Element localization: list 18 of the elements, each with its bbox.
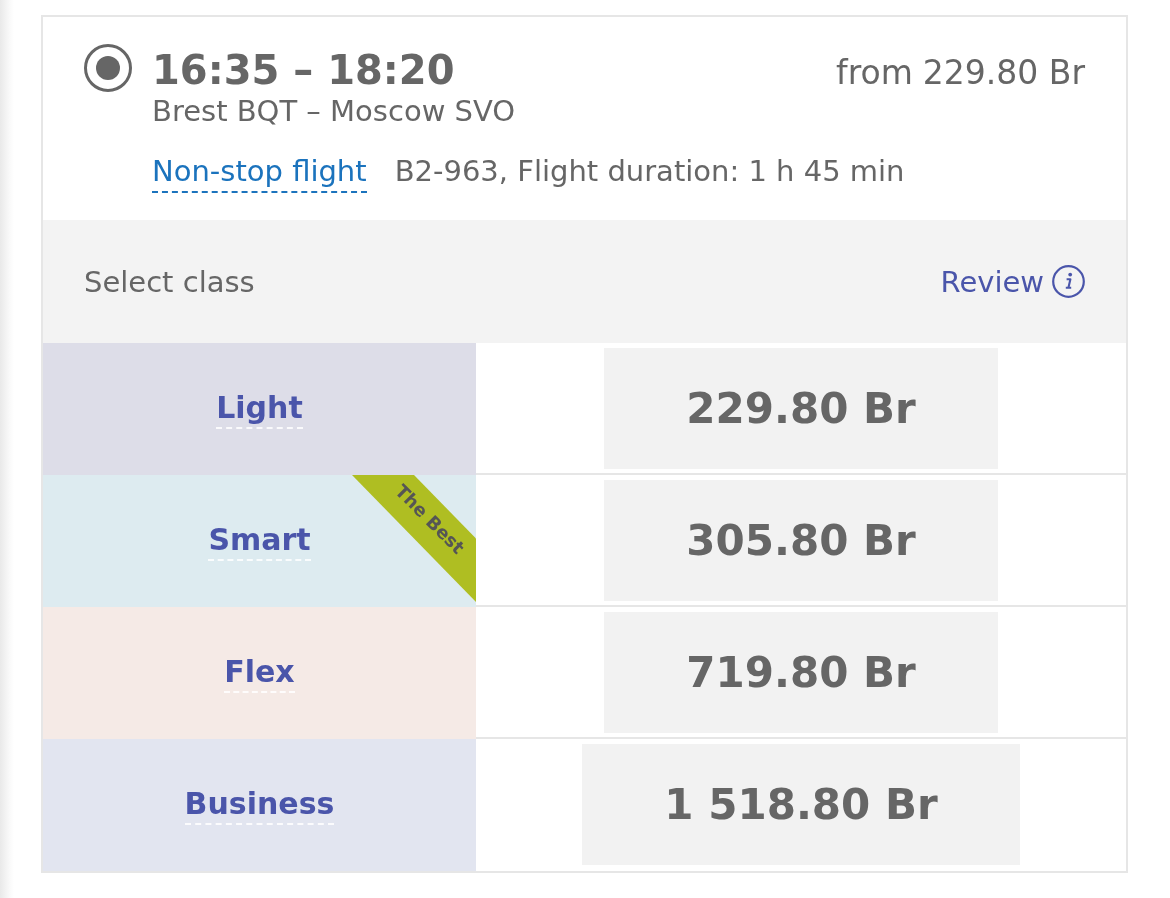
- fare-price-button[interactable]: 229.80 Br: [604, 348, 998, 469]
- fare-price-button[interactable]: 305.80 Br: [604, 480, 998, 601]
- fare-class-link[interactable]: Smart: [208, 521, 311, 561]
- flight-route: Brest BQT – Moscow SVO: [152, 93, 516, 129]
- flight-times: 16:35 – 18:20: [152, 46, 455, 94]
- non-stop-link[interactable]: Non-stop flight: [152, 153, 367, 193]
- flight-details: B2-963, Flight duration: 1 h 45 min: [394, 153, 905, 189]
- info-icon: [1052, 265, 1085, 298]
- radio-button[interactable]: [84, 44, 132, 92]
- review-link[interactable]: Review: [940, 264, 1085, 299]
- fare-price-button[interactable]: 719.80 Br: [604, 612, 998, 733]
- fare-price-button[interactable]: 1 518.80 Br: [582, 744, 1020, 865]
- select-class-label: Select class: [84, 264, 255, 299]
- lowest-price: 229.80 Br: [922, 53, 1085, 92]
- fare-class-link[interactable]: Light: [216, 389, 303, 429]
- fare-class-link[interactable]: Flex: [224, 653, 295, 693]
- price-prefix: from: [836, 53, 913, 92]
- fare-class-link[interactable]: Business: [184, 785, 335, 825]
